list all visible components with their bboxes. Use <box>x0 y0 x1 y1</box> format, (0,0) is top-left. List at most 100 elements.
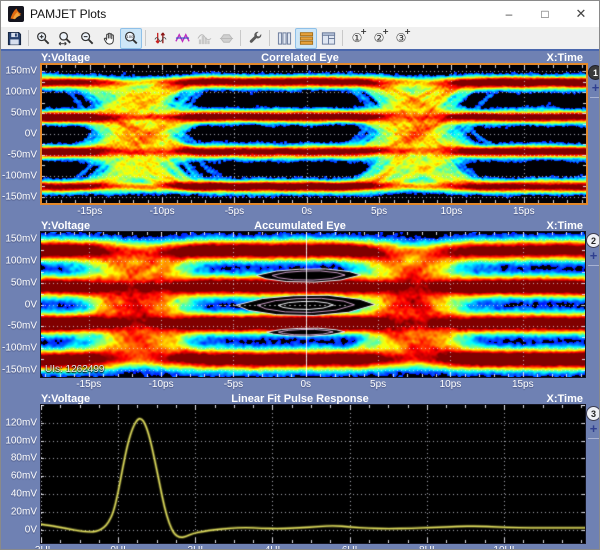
y-tick-label: 50mV <box>11 108 37 119</box>
data-cursors-button[interactable] <box>149 28 171 49</box>
y-tick-label: -150mV <box>2 365 37 376</box>
plot2-x-axis-label: X:Time <box>547 220 583 232</box>
y-tick-label: 40mV <box>11 489 37 500</box>
plot-section-1: 150mV100mV50mV0V-50mV-100mV-150mV 1 + <box>1 63 599 205</box>
layout-split-button[interactable] <box>317 28 339 49</box>
plot2-canvas-accumulated-eye[interactable] <box>41 232 585 377</box>
magnifier-100-icon: 100 <box>124 31 139 46</box>
y-tick-label: -150mV <box>2 191 37 202</box>
plot3-header: Y:Voltage Linear Fit Pulse Response X:Ti… <box>1 393 599 404</box>
toolbar-separator <box>145 30 146 46</box>
figure-area: Y:Voltage Correlated Eye X:Time 150mV100… <box>1 51 599 549</box>
maximize-button[interactable]: □ <box>527 1 563 27</box>
wave-icon <box>175 31 190 46</box>
rows-icon <box>299 31 314 46</box>
y-tick-label: 0V <box>25 129 37 140</box>
floppy-icon <box>7 31 22 46</box>
histogram-button[interactable] <box>193 28 215 49</box>
close-button[interactable]: ✕ <box>563 1 599 27</box>
signal-overlay-button[interactable] <box>171 28 193 49</box>
window-title: PAMJET Plots <box>30 7 491 21</box>
x-tick-label: 0s <box>300 379 311 390</box>
x-tick-label: 0UI <box>110 545 126 550</box>
histogram-icon <box>197 31 212 46</box>
x-tick-label: 8UI <box>419 545 435 550</box>
y-tick-label: 20mV <box>11 506 37 517</box>
plot3-x-axis-label: X:Time <box>547 393 583 405</box>
toolbar-separator <box>240 30 241 46</box>
mask-icon <box>219 31 234 46</box>
plot1-x-ticks: -15ps-10ps-5ps0s5ps10ps15ps <box>42 205 586 219</box>
x-tick-label: -15ps <box>76 379 101 390</box>
plot3-y-ticks: 120mV100mV80mV60mV40mV20mV0V <box>1 405 40 543</box>
split-icon <box>321 31 336 46</box>
y-tick-label: 150mV <box>5 66 37 77</box>
plus-icon: + <box>404 27 411 36</box>
plot1-add-button[interactable]: + <box>592 81 600 95</box>
hand-icon <box>102 31 117 46</box>
zoom-fit-button[interactable]: 100 <box>120 28 142 49</box>
plot2-side-panel: 2 + <box>586 231 600 378</box>
y-tick-label: 100mV <box>5 435 37 446</box>
plus-icon: + <box>382 27 389 36</box>
panel-divider <box>588 265 599 266</box>
x-tick-label: 5ps <box>371 206 387 217</box>
save-button[interactable] <box>3 28 25 49</box>
zoom-x-button[interactable] <box>54 28 76 49</box>
x-tick-label: -2UI <box>32 545 51 550</box>
plot1-canvas-correlated-eye[interactable] <box>42 65 586 203</box>
x-tick-label: 4UI <box>265 545 281 550</box>
x-tick-label: 2UI <box>188 545 204 550</box>
magnifier-arrows-icon <box>58 31 73 46</box>
panel-divider <box>588 438 599 439</box>
settings-button[interactable] <box>244 28 266 49</box>
plot1-x-axis-label: X:Time <box>547 52 583 64</box>
y-tick-label: 0V <box>25 299 37 310</box>
plot3-canvas-pulse-response[interactable] <box>41 405 585 543</box>
toolbar: 100 <box>1 27 599 51</box>
plot3-x-ticks: -2UI0UI2UI4UI6UI8UI10UI <box>41 544 585 550</box>
magnifier-plus-icon <box>36 31 51 46</box>
plot1-title: Correlated Eye <box>1 52 599 64</box>
plot1-frame <box>40 63 588 205</box>
plot-section-3: 120mV100mV80mV60mV40mV20mV0V 3 + <box>1 404 599 544</box>
plot2-badge[interactable]: 2 <box>586 233 600 248</box>
y-tick-label: -100mV <box>2 170 37 181</box>
y-tick-label: 100mV <box>5 87 37 98</box>
plot2-uis-annotation: UIs: 1262499 <box>45 365 105 375</box>
toolbar-separator <box>269 30 270 46</box>
layout-rows-button[interactable] <box>295 28 317 49</box>
add-plot-1-button[interactable]: ①+ <box>346 28 368 49</box>
y-tick-label: 60mV <box>11 471 37 482</box>
plot2-add-button[interactable]: + <box>590 249 598 263</box>
plot3-add-button[interactable]: + <box>590 422 598 436</box>
y-tick-label: 100mV <box>5 255 37 266</box>
x-tick-label: 5ps <box>370 379 386 390</box>
add-plot-3-button[interactable]: ③+ <box>390 28 412 49</box>
x-tick-label: 10UI <box>493 545 514 550</box>
app-window: PAMJET Plots – □ ✕ <box>0 0 600 550</box>
plot2-x-ticks: -15ps-10ps-5ps0s5ps10ps15ps <box>41 378 585 392</box>
plot3-badge[interactable]: 3 <box>586 406 600 421</box>
plot2-frame: UIs: 1262499 <box>40 231 586 378</box>
plot1-side-panel: 1 + <box>588 63 600 205</box>
zoom-out-button[interactable] <box>76 28 98 49</box>
layout-columns-button[interactable] <box>273 28 295 49</box>
plot2-y-ticks: 150mV100mV50mV0V-50mV-100mV-150mV <box>1 232 40 377</box>
x-tick-label: -10ps <box>149 379 174 390</box>
minimize-button[interactable]: – <box>491 1 527 27</box>
x-tick-label: -5ps <box>225 206 244 217</box>
plot1-badge[interactable]: 1 <box>588 65 600 80</box>
title-bar: PAMJET Plots – □ ✕ <box>1 1 599 27</box>
pan-button[interactable] <box>98 28 120 49</box>
add-plot-2-button[interactable]: ②+ <box>368 28 390 49</box>
mask-button[interactable] <box>215 28 237 49</box>
y-tick-label: 120mV <box>5 417 37 428</box>
plot-section-2: 150mV100mV50mV0V-50mV-100mV-150mV UIs: 1… <box>1 231 599 378</box>
x-tick-label: 0s <box>301 206 312 217</box>
zoom-in-button[interactable] <box>32 28 54 49</box>
wrench-icon <box>248 31 263 46</box>
x-tick-label: 10ps <box>441 206 463 217</box>
plot1-header: Y:Voltage Correlated Eye X:Time <box>1 52 599 63</box>
plot3-side-panel: 3 + <box>586 404 600 544</box>
